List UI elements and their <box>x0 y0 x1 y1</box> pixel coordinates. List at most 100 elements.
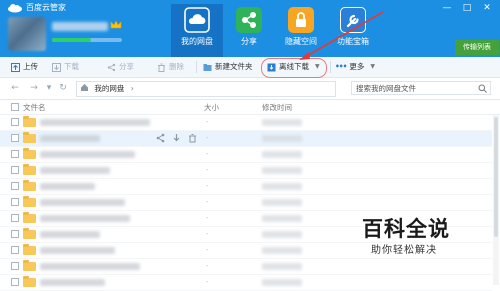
row-checkbox[interactable] <box>11 246 19 254</box>
row-checkbox[interactable] <box>11 230 19 238</box>
folder-icon <box>23 260 36 271</box>
wrench-icon <box>340 7 366 33</box>
download-button[interactable]: 下载 <box>52 60 79 74</box>
row-checkbox[interactable] <box>11 134 19 142</box>
file-row[interactable]: - <box>0 179 492 195</box>
row-checkbox[interactable] <box>11 262 19 270</box>
column-name-header[interactable]: 文件名 <box>23 102 46 113</box>
toolbar: 上传 下载 分享 删除 新建文件夹 离线下载 ▼ ••• 更多 ▼ <box>0 57 500 78</box>
baidu-cloud-logo-icon <box>8 4 22 13</box>
breadcrumb-root[interactable]: 我的网盘 <box>94 84 124 93</box>
minimize-button[interactable]: — <box>440 2 454 14</box>
scrollbar[interactable] <box>493 115 499 285</box>
file-name[interactable] <box>40 263 140 270</box>
transfer-list-button[interactable]: 传输列表 <box>455 40 499 55</box>
file-size: - <box>206 262 209 270</box>
file-list-header: 文件名 大小 修改时间 <box>0 100 500 115</box>
select-all-checkbox[interactable] <box>11 103 19 111</box>
file-modified <box>262 215 302 222</box>
breadcrumb[interactable]: 我的网盘 › <box>76 81 336 97</box>
column-size-header[interactable]: 大小 <box>204 102 219 113</box>
avatar[interactable] <box>8 17 46 51</box>
file-size: - <box>206 246 209 254</box>
storage-quota-bar <box>52 38 122 42</box>
file-row[interactable]: - <box>0 259 492 275</box>
file-name[interactable] <box>40 135 100 142</box>
file-size: - <box>206 214 209 222</box>
search-input[interactable]: 搜索我的网盘文件 <box>351 81 491 95</box>
window-controls: — □ ✕ <box>440 2 494 14</box>
download-icon[interactable] <box>172 133 181 143</box>
file-modified <box>262 135 302 142</box>
share-button[interactable]: 分享 <box>107 60 134 74</box>
file-name[interactable] <box>40 215 130 222</box>
file-list: - - - - - - - - - - - <box>0 115 492 291</box>
row-checkbox[interactable] <box>11 214 19 222</box>
file-name[interactable] <box>40 119 150 126</box>
row-checkbox[interactable] <box>11 118 19 126</box>
upload-icon <box>11 62 20 72</box>
file-name[interactable] <box>40 183 95 190</box>
search-icon[interactable] <box>478 84 487 93</box>
column-modified-header[interactable]: 修改时间 <box>262 102 292 113</box>
trash-icon[interactable] <box>188 133 197 143</box>
forward-arrow-icon[interactable]: → <box>29 82 39 94</box>
more-button[interactable]: ••• 更多 ▼ <box>335 60 375 74</box>
scrollbar-thumb[interactable] <box>494 117 498 237</box>
more-label: 更多 <box>349 62 365 71</box>
tab-my-disk[interactable]: 我的网盘 <box>171 4 223 57</box>
folder-icon <box>23 276 36 287</box>
row-checkbox[interactable] <box>11 150 19 158</box>
file-row[interactable]: - <box>0 115 492 131</box>
tab-label: 我的网盘 <box>181 37 213 46</box>
file-row[interactable]: - <box>0 147 492 163</box>
file-row[interactable]: - <box>0 163 492 179</box>
file-size: - <box>206 230 209 238</box>
folder-icon <box>23 164 36 175</box>
new-folder-button[interactable]: 新建文件夹 <box>203 60 253 74</box>
share-icon <box>107 63 116 71</box>
file-row[interactable]: - <box>0 131 492 147</box>
file-row[interactable]: - <box>0 275 492 291</box>
file-row[interactable]: - <box>0 195 492 211</box>
back-arrow-icon[interactable]: ← <box>10 82 20 94</box>
row-actions <box>156 133 197 143</box>
row-checkbox[interactable] <box>11 166 19 174</box>
file-size: - <box>206 166 209 174</box>
upload-button[interactable]: 上传 <box>11 60 38 74</box>
watermark-title: 百科全说 <box>362 217 450 241</box>
file-name[interactable] <box>40 231 100 238</box>
file-modified <box>262 183 302 190</box>
close-button[interactable]: ✕ <box>480 2 494 14</box>
watermark-subtitle: 助你轻松解决 <box>371 245 437 256</box>
title-bar: 百度云管家 — □ ✕ 我的网盘 分享 隐藏空间 功能宝箱 传输列表 <box>0 0 500 57</box>
search-placeholder: 搜索我的网盘文件 <box>356 84 416 93</box>
delete-button[interactable]: 删除 <box>157 60 184 74</box>
row-checkbox[interactable] <box>11 182 19 190</box>
toolbar-divider <box>196 61 197 73</box>
username[interactable] <box>52 22 108 31</box>
file-name[interactable] <box>40 247 115 254</box>
file-name[interactable] <box>40 151 135 158</box>
share-icon[interactable] <box>156 133 165 143</box>
maximize-button[interactable]: □ <box>460 2 474 14</box>
refresh-icon[interactable]: ↻ <box>58 82 68 94</box>
share-icon <box>236 7 262 33</box>
home-icon <box>81 84 88 91</box>
storage-quota-fill <box>52 38 91 42</box>
tab-share[interactable]: 分享 <box>223 4 275 57</box>
file-name[interactable] <box>40 167 110 174</box>
file-name[interactable] <box>40 199 125 206</box>
dropdown-chevron-icon[interactable]: ▾ <box>44 82 54 94</box>
new-folder-icon <box>203 63 212 71</box>
tab-hidden-space[interactable]: 隐藏空间 <box>275 4 327 57</box>
row-checkbox[interactable] <box>11 198 19 206</box>
file-size: - <box>206 182 209 190</box>
lock-icon <box>288 7 314 33</box>
transfer-list-label: 传输列表 <box>463 43 491 51</box>
file-modified <box>262 247 302 254</box>
delete-label: 删除 <box>169 62 184 71</box>
vip-crown-icon[interactable] <box>110 20 122 30</box>
file-modified <box>262 263 302 270</box>
tab-toolbox[interactable]: 功能宝箱 <box>327 4 379 57</box>
